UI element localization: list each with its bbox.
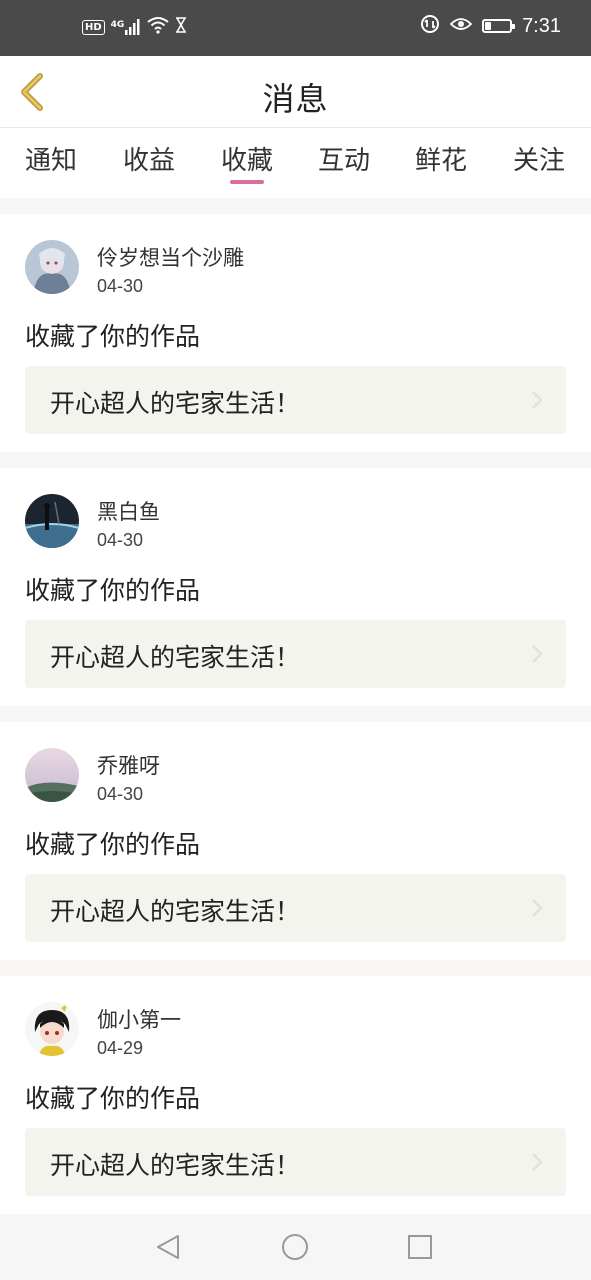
page-title: 消息 xyxy=(262,80,329,118)
message-date: 04-30 xyxy=(97,530,144,550)
section-divider xyxy=(0,452,591,468)
message-action: 收藏了你的作品 xyxy=(25,576,201,605)
tab-flowers[interactable]: 鲜花 xyxy=(401,140,481,177)
chevron-right-icon xyxy=(532,391,543,409)
chevron-right-icon xyxy=(532,1153,543,1171)
signal-icon: 4G xyxy=(111,19,142,35)
status-left: HD 4G xyxy=(82,16,187,38)
status-bar: HD 4G 7:31 xyxy=(0,0,591,56)
tab-following[interactable]: 关注 xyxy=(499,140,579,177)
data-saver-icon xyxy=(420,14,440,38)
work-title: 开心超人的宅家生活！ xyxy=(50,1151,301,1180)
tab-interactions[interactable]: 互动 xyxy=(304,140,384,177)
work-link[interactable]: 开心超人的宅家生活！ xyxy=(25,1128,566,1196)
triangle-back-icon xyxy=(157,1235,179,1259)
work-link[interactable]: 开心超人的宅家生活！ xyxy=(25,620,566,688)
square-recents-icon xyxy=(408,1235,432,1259)
user-name[interactable]: 伽小第一 xyxy=(97,1004,181,1034)
section-divider xyxy=(0,706,591,722)
system-nav-bar xyxy=(0,1214,591,1280)
message-item: 乔雅呀 04-30 收藏了你的作品 开心超人的宅家生活！ xyxy=(0,722,591,958)
user-name[interactable]: 黑白鱼 xyxy=(97,496,160,526)
header: 消息 xyxy=(0,56,591,128)
status-right: 7:31 xyxy=(420,14,561,38)
message-action: 收藏了你的作品 xyxy=(25,322,201,351)
work-link[interactable]: 开心超人的宅家生活！ xyxy=(25,874,566,942)
circle-home-icon xyxy=(282,1234,308,1260)
message-date: 04-30 xyxy=(97,784,144,804)
nav-recents-button[interactable] xyxy=(405,1232,435,1262)
work-link[interactable]: 开心超人的宅家生活！ xyxy=(25,366,566,434)
work-title: 开心超人的宅家生活！ xyxy=(50,389,301,418)
tab-favorites[interactable]: 收藏 xyxy=(207,140,287,177)
active-tab-indicator xyxy=(230,180,264,184)
section-divider xyxy=(0,198,591,214)
hd-badge: HD xyxy=(82,19,105,35)
battery-level xyxy=(485,22,492,30)
message-item: 黑白鱼 04-30 收藏了你的作品 开心超人的宅家生活！ xyxy=(0,468,591,704)
user-name[interactable]: 伶岁想当个沙雕 xyxy=(97,242,244,272)
wifi-icon xyxy=(147,16,169,38)
avatar[interactable] xyxy=(25,240,79,294)
message-item: 伶岁想当个沙雕 04-30 收藏了你的作品 开心超人的宅家生活！ xyxy=(0,214,591,450)
message-item: 伽小第一 04-29 收藏了你的作品 开心超人的宅家生活！ xyxy=(0,976,591,1212)
chevron-right-icon xyxy=(532,899,543,917)
nav-home-button[interactable] xyxy=(280,1232,310,1262)
avatar[interactable] xyxy=(25,748,79,802)
section-divider xyxy=(0,960,591,976)
message-date: 04-29 xyxy=(97,1038,144,1058)
hourglass-icon xyxy=(175,17,187,37)
avatar[interactable] xyxy=(25,1002,79,1056)
work-title: 开心超人的宅家生活！ xyxy=(50,897,301,926)
eye-comfort-icon xyxy=(449,16,473,36)
battery-icon xyxy=(482,19,516,33)
message-action: 收藏了你的作品 xyxy=(25,1084,201,1113)
tab-notifications[interactable]: 通知 xyxy=(11,140,91,177)
work-title: 开心超人的宅家生活！ xyxy=(50,643,301,672)
nav-back-button[interactable] xyxy=(153,1232,183,1262)
avatar[interactable] xyxy=(25,494,79,548)
clock: 7:31 xyxy=(522,14,561,37)
tab-bar: 通知 收益 收藏 互动 鲜花 关注 xyxy=(0,128,591,198)
message-date: 04-30 xyxy=(97,276,144,296)
user-name[interactable]: 乔雅呀 xyxy=(97,750,160,780)
chevron-right-icon xyxy=(532,645,543,663)
network-type: 4G xyxy=(110,20,125,30)
message-action: 收藏了你的作品 xyxy=(25,830,201,859)
tab-earnings[interactable]: 收益 xyxy=(109,140,189,177)
